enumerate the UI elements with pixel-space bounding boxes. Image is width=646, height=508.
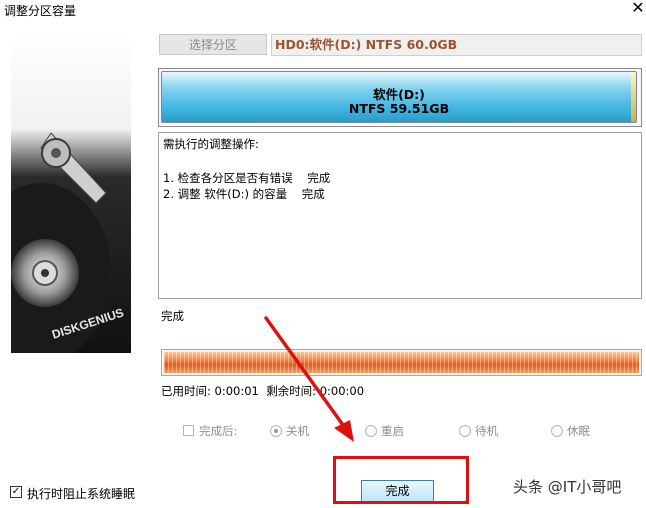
remaining-label: 剩余时间: (266, 384, 317, 398)
operation-item: 2. 调整 软件(D:) 的容量 完成 (163, 187, 325, 201)
status-text: 完成 (161, 309, 184, 323)
progress-fill (164, 352, 639, 373)
diskgenius-logo-image: DISKGENIUS (11, 33, 131, 353)
after-complete-label: 完成后: (199, 424, 238, 438)
elapsed-value: 0:00:01 (214, 384, 259, 398)
radio-standby-label: 待机 (475, 424, 498, 438)
operation-item: 1. 检查各分区是否有错误 完成 (163, 171, 331, 185)
close-icon[interactable]: ✕ (629, 0, 646, 17)
elapsed-label: 已用时间: (161, 384, 211, 398)
operations-textbox[interactable]: 需执行的调整操作: 1. 检查各分区是否有错误 完成 2. 调整 软件(D:) … (158, 132, 642, 299)
partition-size: NTFS 59.51GB (348, 101, 450, 116)
radio-hibernate-label: 休眠 (567, 424, 590, 438)
prevent-sleep-label: 执行时阻止系统睡眠 (27, 487, 136, 501)
after-complete-checkbox[interactable] (183, 425, 194, 436)
radio-hibernate[interactable] (551, 425, 563, 437)
radio-standby[interactable] (459, 425, 471, 437)
window-title: 调整分区容量 (4, 4, 77, 18)
progress-bar (161, 349, 642, 376)
radio-restart[interactable] (365, 425, 377, 437)
prevent-sleep-checkbox[interactable]: ✓ (10, 486, 22, 498)
radio-shutdown[interactable] (270, 425, 282, 437)
select-partition-button[interactable]: 选择分区 (159, 34, 267, 55)
radio-shutdown-label: 关机 (286, 424, 309, 438)
operations-heading: 需执行的调整操作: (163, 137, 259, 151)
time-info: 已用时间: 0:00:01 剩余时间: 0:00:00 (161, 383, 364, 399)
radio-restart-label: 重启 (381, 424, 404, 438)
highlight-rectangle (333, 456, 469, 504)
disk-info-field: HD0:软件(D:) NTFS 60.0GB (271, 34, 642, 56)
remaining-value: 0:00:00 (319, 384, 365, 398)
watermark-text: 头条 @IT小哥吧 (513, 478, 622, 496)
